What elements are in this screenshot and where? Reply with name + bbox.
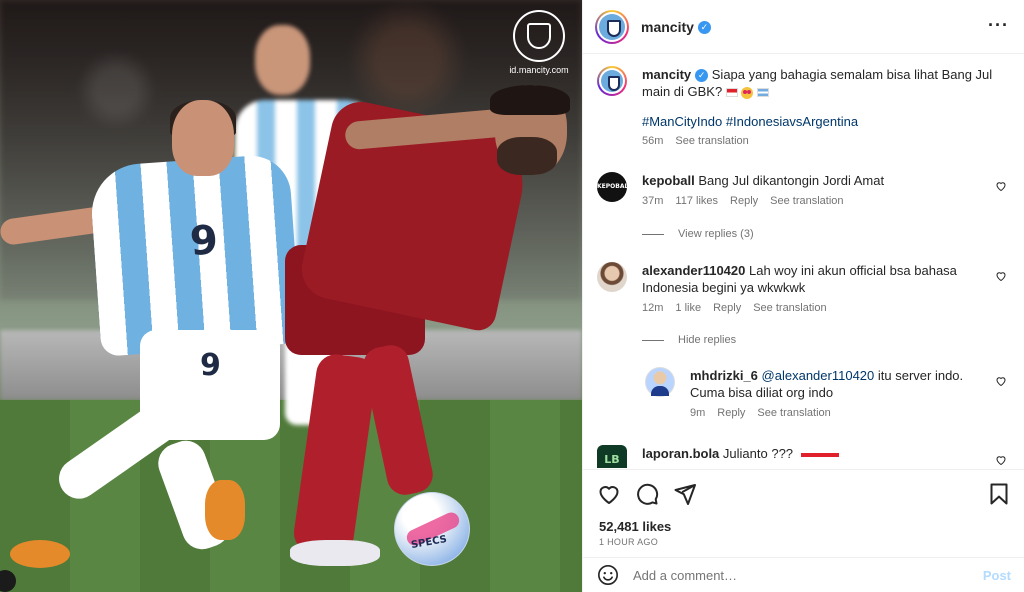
see-translation-button[interactable]: See translation <box>675 135 748 147</box>
bookmark-icon[interactable] <box>987 482 1011 506</box>
emoji-icon[interactable] <box>597 564 619 586</box>
argentina-flag-icon <box>757 88 770 98</box>
comment-text: Bang Jul dikantongin Jordi Amat <box>698 173 885 188</box>
caption-username[interactable]: mancity <box>642 67 691 82</box>
heart-eyes-emoji-icon <box>741 86 754 99</box>
reply-mention[interactable]: @alexander110420 <box>762 368 875 383</box>
flag-strip-icon <box>800 452 839 457</box>
like-comment-heart-icon[interactable] <box>995 454 1007 466</box>
indonesia-flag-icon <box>725 88 738 98</box>
comments-list[interactable]: mancity ✓ Siapa yang bahagia semalam bisa… <box>583 54 1024 468</box>
reply-button[interactable]: Reply <box>730 195 758 207</box>
share-icon[interactable] <box>673 482 697 506</box>
mancity-watermark: id.mancity.com <box>506 10 572 75</box>
commenter-username[interactable]: kepoball <box>642 173 695 188</box>
verified-icon: ✓ <box>695 69 709 83</box>
heart-icon[interactable] <box>597 482 621 506</box>
like-comment-heart-icon[interactable] <box>995 375 1007 387</box>
view-replies-toggle[interactable]: View replies (3) <box>642 228 754 240</box>
mancity-crest-icon <box>513 10 565 62</box>
author-avatar[interactable] <box>595 9 629 44</box>
post-comment-button[interactable]: Post <box>983 568 1011 583</box>
see-translation-button[interactable]: See translation <box>770 195 843 207</box>
commenter-username[interactable]: alexander110420 <box>642 263 745 278</box>
commenter-username[interactable]: laporan.bola <box>642 446 719 461</box>
author-username[interactable]: mancity ✓ <box>641 19 711 35</box>
reply-item: mhdrizki_6 @alexander110420 itu server i… <box>645 367 1017 419</box>
likes-count[interactable]: 52,481 likes <box>599 519 671 534</box>
comment-time: 37m <box>642 195 664 207</box>
reply-button[interactable]: Reply <box>713 302 741 314</box>
reply-time: 9m <box>690 407 706 419</box>
comment-icon[interactable] <box>635 482 659 506</box>
comment-item: alexander110420 Lah woy ini akun officia… <box>597 262 1017 314</box>
caption-avatar[interactable] <box>597 66 627 96</box>
more-options-icon[interactable]: ··· <box>988 16 1009 34</box>
caption-text: Siapa yang bahagia semalam bisa lihat Ba… <box>642 67 993 99</box>
see-translation-button[interactable]: See translation <box>753 302 826 314</box>
like-comment-heart-icon[interactable] <box>995 180 1007 192</box>
see-translation-button[interactable]: See translation <box>757 407 830 419</box>
post-photo[interactable]: 9 9 SPECS id.mancity.com <box>0 0 582 592</box>
comment-likes[interactable]: 117 likes <box>675 195 718 207</box>
comment-item: LB laporan.bola Julianto ??? <box>597 445 1017 468</box>
view-replies-label[interactable]: View replies (3) <box>678 228 754 240</box>
verified-icon: ✓ <box>697 21 711 35</box>
comment-likes[interactable]: 1 like <box>675 302 701 314</box>
comment-text: Julianto ??? <box>722 446 794 461</box>
post-details-panel: mancity ✓ ··· mancity ✓ Siapa yang bahagia… <box>582 0 1024 592</box>
author-username-text[interactable]: mancity <box>641 19 694 35</box>
hide-replies-label[interactable]: Hide replies <box>678 334 736 346</box>
add-comment-bar: Post <box>583 557 1024 592</box>
replier-username[interactable]: mhdrizki_6 <box>690 368 758 383</box>
comment-item: KEPOBALL kepoball Bang Jul dikantongin J… <box>597 172 1017 207</box>
like-comment-heart-icon[interactable] <box>995 270 1007 282</box>
caption-hashtags[interactable]: #ManCityIndo #IndonesiavsArgentina <box>642 113 997 130</box>
watermark-url: id.mancity.com <box>509 65 569 75</box>
post-time: 1 HOUR AGO <box>599 537 659 547</box>
reply-button[interactable]: Reply <box>717 407 745 419</box>
commenter-avatar[interactable]: KEPOBALL <box>597 172 632 202</box>
argentina-player: 9 9 <box>0 100 320 580</box>
post-header: mancity ✓ ··· <box>583 0 1024 54</box>
comment-time: 12m <box>642 302 664 314</box>
replier-avatar[interactable] <box>645 367 675 397</box>
commenter-avatar[interactable] <box>597 262 627 292</box>
caption: mancity ✓ Siapa yang bahagia semalam bisa… <box>597 66 1017 147</box>
football: SPECS <box>394 492 470 566</box>
shorts-number: 9 <box>200 348 221 383</box>
hide-replies-toggle[interactable]: Hide replies <box>642 334 736 346</box>
comment-input[interactable] <box>633 567 983 583</box>
commenter-avatar[interactable]: LB <box>597 445 627 468</box>
caption-time: 56m <box>642 135 664 147</box>
shirt-number: 9 <box>188 217 220 265</box>
